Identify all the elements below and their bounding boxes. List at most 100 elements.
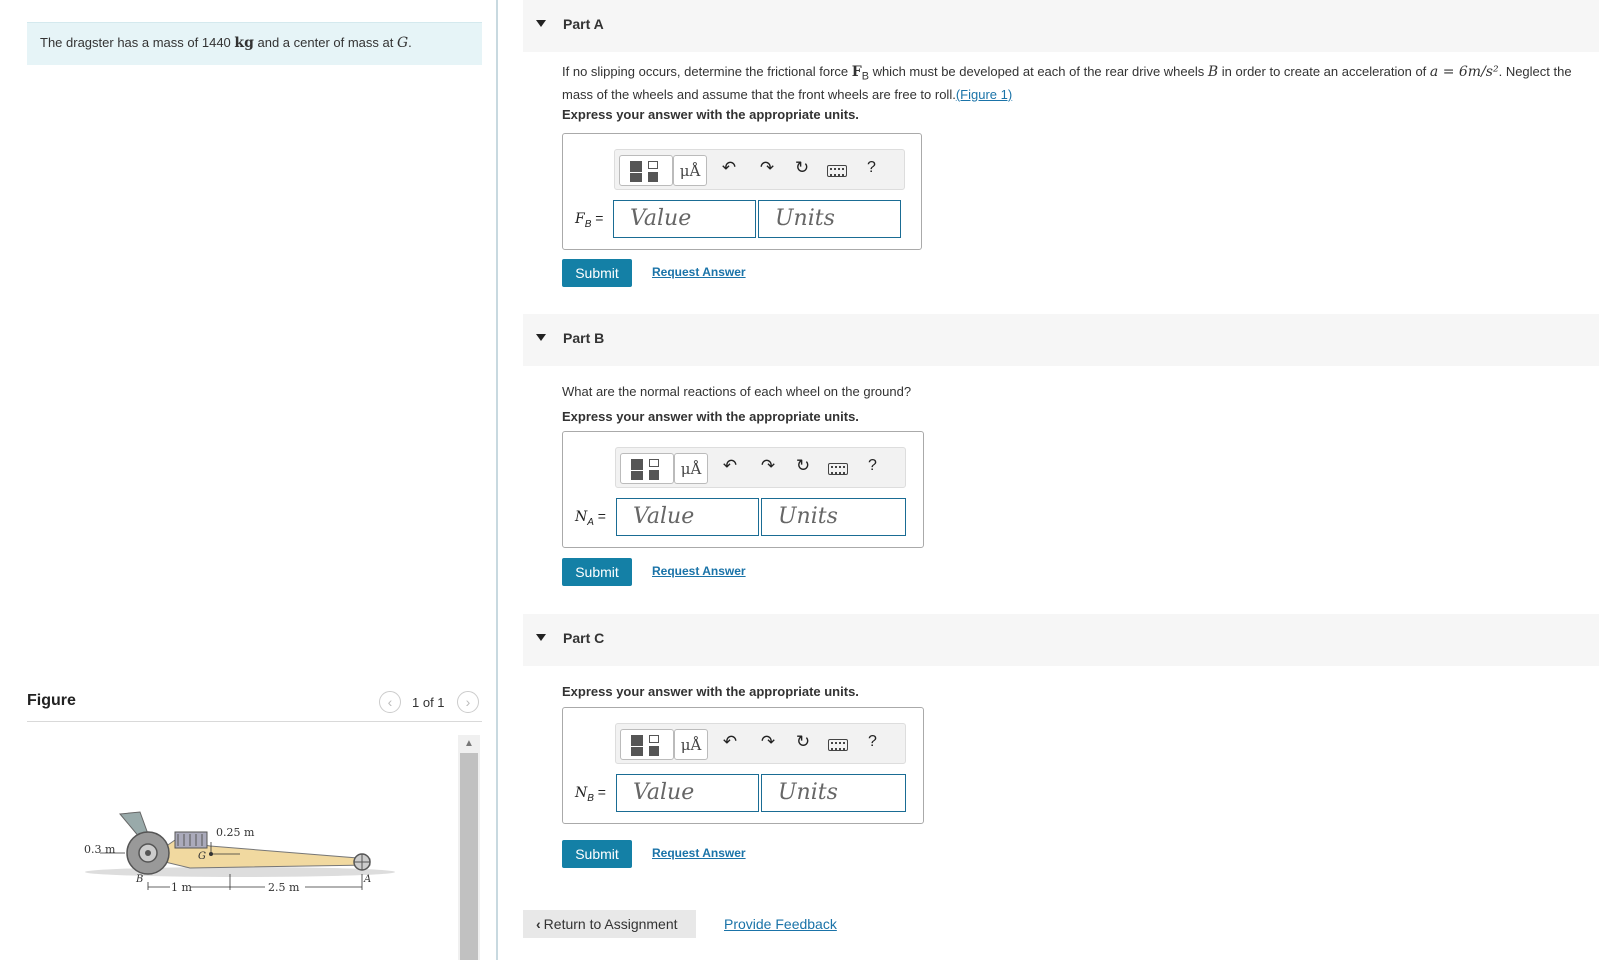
scroll-thumb[interactable]: [460, 753, 478, 960]
figure-next-button[interactable]: ›: [457, 691, 479, 713]
part-a-q5: mass of the wheels and assume that the f…: [562, 86, 956, 102]
part-b-value-input[interactable]: Value: [616, 498, 759, 536]
part-a-header[interactable]: Part A: [523, 0, 1599, 52]
reset-icon[interactable]: ↻: [791, 158, 813, 178]
templates-button[interactable]: [619, 155, 673, 186]
reset-icon[interactable]: ↻: [792, 456, 814, 476]
dim-0.25: 0.25 m: [216, 826, 255, 839]
label-sub: A: [587, 516, 594, 528]
help-button[interactable]: ?: [867, 159, 876, 177]
scroll-up-arrow-icon[interactable]: ▲: [458, 735, 480, 753]
part-a-units-input[interactable]: Units: [758, 200, 901, 238]
part-c-answer-label: NB =: [575, 784, 606, 804]
help-button[interactable]: ?: [868, 457, 877, 475]
part-b-question: What are the normal reactions of each wh…: [562, 384, 912, 399]
part-a-express: Express your answer with the appropriate…: [562, 107, 859, 122]
var-b: B: [1207, 64, 1219, 80]
pane-divider: [496, 0, 498, 960]
part-b-express: Express your answer with the appropriate…: [562, 409, 859, 424]
point-g: G: [396, 35, 409, 51]
chevron-left-icon: ‹: [387, 694, 393, 710]
undo-icon[interactable]: ↶: [719, 456, 741, 476]
part-a-q4: . Neglect the: [1498, 64, 1572, 79]
part-c-answer-box: μÅ ↶ ↷ ↻ ? NB = Value Units: [562, 707, 924, 824]
part-a-value-input[interactable]: Value: [613, 200, 756, 238]
part-a-request-answer-link[interactable]: Request Answer: [652, 265, 746, 279]
part-b-answer-box: μÅ ↶ ↷ ↻ ? NA = Value Units: [562, 431, 924, 548]
part-a-q3: in order to create an acceleration of: [1218, 64, 1430, 79]
part-b-title: Part B: [563, 330, 605, 346]
var-f-sub: B: [861, 70, 869, 83]
part-a-answer-box: μÅ ↶ ↷ ↻ ? FB = Value Units: [562, 133, 922, 250]
dragster-diagram: 0.3 m 0.25 m 1 m 2.5 m B G A: [84, 811, 395, 894]
label-sub: B: [587, 792, 594, 804]
math-toolbar: μÅ ↶ ↷ ↻ ?: [614, 149, 905, 190]
keyboard-icon[interactable]: [827, 165, 847, 177]
part-a-q2: which must be developed at each of the r…: [868, 64, 1208, 79]
figure-header: Figure ‹ 1 of 1 ›: [27, 691, 482, 722]
label-sub: B: [584, 218, 592, 230]
left-pane: The dragster has a mass of 1440 kg and a…: [0, 0, 496, 960]
undo-icon[interactable]: ↶: [719, 732, 741, 752]
units-button[interactable]: μÅ: [674, 453, 708, 484]
redo-icon[interactable]: ↷: [757, 732, 779, 752]
acceleration-expr: a = 6m/s²: [1429, 64, 1499, 80]
undo-icon[interactable]: ↶: [718, 158, 740, 178]
part-c-request-answer-link[interactable]: Request Answer: [652, 846, 746, 860]
keyboard-icon[interactable]: [828, 463, 848, 475]
math-toolbar: μÅ ↶ ↷ ↻ ?: [615, 723, 906, 764]
part-b-submit-button[interactable]: Submit: [562, 558, 632, 586]
part-a-submit-button[interactable]: Submit: [562, 259, 632, 287]
problem-statement: The dragster has a mass of 1440 kg and a…: [27, 22, 482, 65]
dim-2.5: 2.5 m: [268, 881, 300, 894]
label-var: N: [575, 785, 588, 801]
units-button[interactable]: μÅ: [674, 729, 708, 760]
part-b-units-input[interactable]: Units: [761, 498, 906, 536]
reset-icon[interactable]: ↻: [792, 732, 814, 752]
part-b-request-answer-link[interactable]: Request Answer: [652, 564, 746, 578]
collapse-triangle-icon[interactable]: [536, 334, 546, 341]
figure-scrollbar[interactable]: ▲: [458, 735, 480, 960]
part-b-header[interactable]: Part B: [523, 314, 1599, 366]
label-var: N: [575, 509, 588, 525]
part-b-answer-label: NA =: [575, 508, 606, 528]
part-a-question: If no slipping occurs, determine the fri…: [562, 63, 1592, 103]
dim-0.3: 0.3 m: [84, 843, 116, 856]
return-label: Return to Assignment: [543, 916, 678, 932]
help-button[interactable]: ?: [868, 733, 877, 751]
part-c-title: Part C: [563, 630, 605, 646]
dim-1: 1 m: [171, 881, 192, 894]
units-button[interactable]: μÅ: [673, 155, 707, 186]
redo-icon[interactable]: ↷: [756, 158, 778, 178]
provide-feedback-link[interactable]: Provide Feedback: [724, 916, 837, 932]
part-c-units-input[interactable]: Units: [761, 774, 906, 812]
var-f: F: [851, 64, 862, 80]
part-c-value-input[interactable]: Value: [616, 774, 759, 812]
figure-title: Figure: [27, 692, 76, 709]
chevron-right-icon: ›: [465, 694, 471, 710]
keyboard-icon[interactable]: [828, 739, 848, 751]
chevron-left-icon: ‹: [536, 916, 541, 932]
part-a-q1: If no slipping occurs, determine the fri…: [562, 64, 852, 79]
figure-prev-button[interactable]: ‹: [379, 691, 401, 713]
collapse-triangle-icon[interactable]: [536, 20, 546, 27]
ground-shadow: [85, 867, 395, 877]
part-c-submit-button[interactable]: Submit: [562, 840, 632, 868]
figure-1-link[interactable]: (Figure 1): [956, 87, 1012, 102]
figure-count: 1 of 1: [412, 695, 445, 710]
redo-icon[interactable]: ↷: [757, 456, 779, 476]
label-G: G: [198, 851, 206, 862]
return-to-assignment-button[interactable]: ‹ Return to Assignment: [523, 910, 696, 938]
problem-text-2: and a center of mass at: [253, 35, 397, 50]
part-a-answer-label: FB =: [575, 210, 604, 230]
dragster-figure: 0.3 m 0.25 m 1 m 2.5 m B G A: [80, 810, 400, 910]
part-a-title: Part A: [563, 16, 604, 32]
label-A: A: [363, 874, 371, 885]
collapse-triangle-icon[interactable]: [536, 634, 546, 641]
templates-button[interactable]: [620, 729, 674, 760]
part-c-header[interactable]: Part C: [523, 614, 1599, 666]
templates-button[interactable]: [620, 453, 674, 484]
math-toolbar: μÅ ↶ ↷ ↻ ?: [615, 447, 906, 488]
problem-period: .: [408, 35, 412, 50]
mass-unit: kg: [234, 35, 254, 51]
